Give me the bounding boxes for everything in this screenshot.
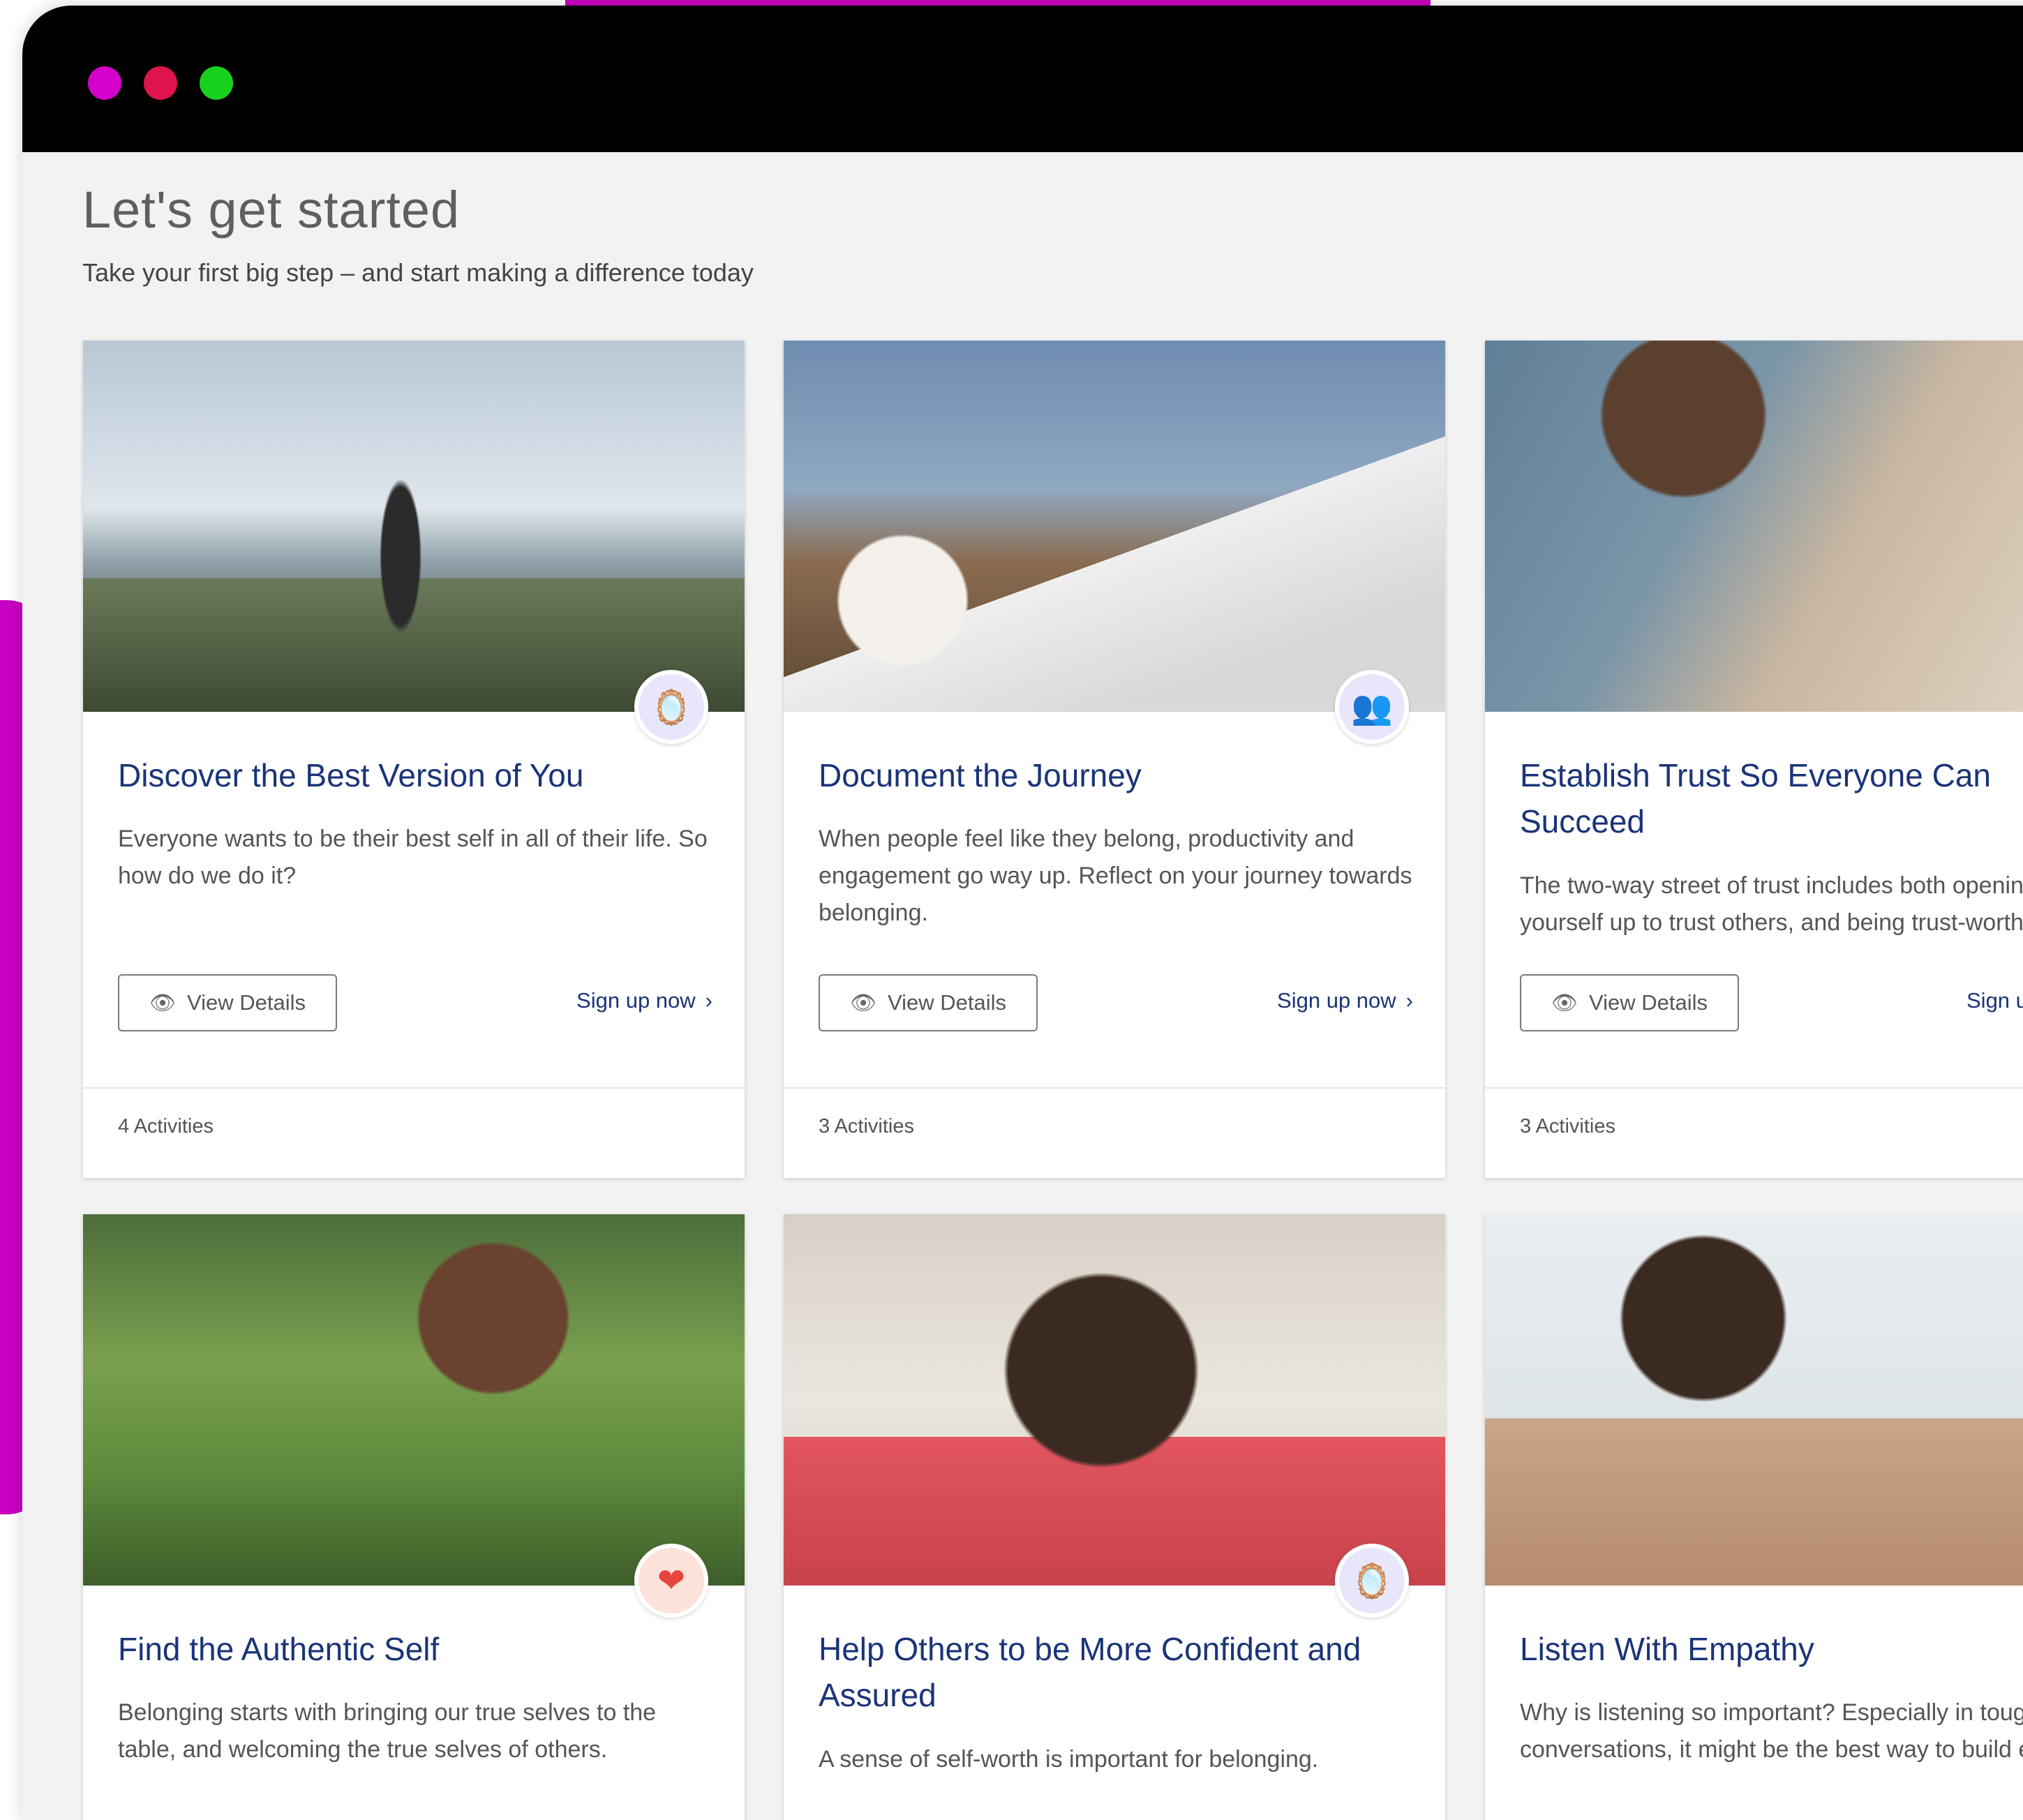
window-minimize-button[interactable] — [144, 66, 177, 100]
journey-card: 🪞 Discover the Best Version of You Every… — [83, 341, 745, 1178]
journey-card: Establish Trust So Everyone Can Succeed … — [1485, 341, 2023, 1178]
card-image — [83, 341, 745, 712]
window-maximize-button[interactable] — [200, 66, 233, 100]
view-details-label: View Details — [1589, 990, 1708, 1015]
card-description: Belonging starts with bringing our true … — [118, 1699, 657, 1763]
activities-count: 3 Activities — [1520, 1115, 1615, 1138]
page-subtitle: Take your first big step – and start mak… — [82, 258, 754, 287]
window-titlebar — [22, 6, 2023, 152]
mirror-icon: 🪞 — [1335, 1544, 1409, 1618]
card-description: The two-way street of trust includes bot… — [1520, 872, 2023, 936]
chevron-right-icon: › — [705, 988, 712, 1013]
journey-card: ❤ Find the Authentic Self Belonging star… — [83, 1214, 745, 1820]
card-title[interactable]: Establish Trust So Everyone Can Succeed — [1520, 752, 2023, 844]
card-image — [784, 1214, 1445, 1586]
card-divider — [784, 1087, 1445, 1089]
eye-icon: 👁 — [149, 991, 177, 1015]
card-image — [1485, 341, 2023, 712]
view-details-button[interactable]: 👁 View Details — [819, 974, 1038, 1031]
card-description: Everyone wants to be their best self in … — [118, 826, 708, 889]
activities-count: 3 Activities — [819, 1115, 914, 1138]
page-title: Let's get started — [82, 181, 461, 239]
sign-up-label: Sign up now — [1277, 988, 1396, 1013]
journey-card: Listen With Empathy Why is listening so … — [1485, 1214, 2023, 1820]
sign-up-link[interactable]: Sign up now› — [1966, 988, 2023, 1013]
journey-card: 🪞 Help Others to be More Confident and A… — [784, 1214, 1445, 1820]
card-title[interactable]: Help Others to be More Confident and Ass… — [819, 1626, 1391, 1718]
view-details-button[interactable]: 👁 View Details — [1520, 974, 1739, 1031]
card-title[interactable]: Discover the Best Version of You — [118, 752, 690, 798]
heart-icon: ❤ — [634, 1544, 708, 1618]
card-image — [784, 341, 1445, 712]
app-window: Let's get started Take your first big st… — [22, 6, 2023, 1820]
view-details-label: View Details — [187, 990, 306, 1015]
view-details-label: View Details — [888, 990, 1007, 1015]
card-description: Why is listening so important? Especiall… — [1520, 1699, 2023, 1763]
card-image — [1485, 1214, 2023, 1586]
card-description: A sense of self-worth is important for b… — [819, 1746, 1319, 1773]
card-image — [83, 1214, 745, 1586]
card-title[interactable]: Document the Journey — [819, 752, 1391, 798]
card-divider — [1485, 1087, 2023, 1089]
mirror-icon: 🪞 — [634, 670, 708, 744]
activities-count: 4 Activities — [118, 1115, 214, 1138]
card-description: When people feel like they belong, produ… — [819, 826, 1412, 926]
card-title[interactable]: Find the Authentic Self — [118, 1626, 690, 1672]
sign-up-link[interactable]: Sign up now › — [1277, 988, 1413, 1013]
sign-up-label: Sign up now — [576, 988, 696, 1013]
sign-up-label: Sign up now — [1966, 988, 2023, 1013]
sign-up-link[interactable]: Sign up now › — [576, 988, 712, 1013]
eye-icon: 👁 — [1551, 991, 1578, 1015]
journey-card: 👥 Document the Journey When people feel … — [784, 341, 1445, 1178]
window-close-button[interactable] — [88, 66, 121, 100]
card-divider — [83, 1087, 745, 1089]
people-icon: 👥 — [1335, 670, 1409, 744]
view-details-button[interactable]: 👁 View Details — [118, 974, 337, 1031]
eye-icon: 👁 — [849, 991, 877, 1015]
chevron-right-icon: › — [1405, 988, 1413, 1013]
card-title[interactable]: Listen With Empathy — [1520, 1626, 2023, 1672]
